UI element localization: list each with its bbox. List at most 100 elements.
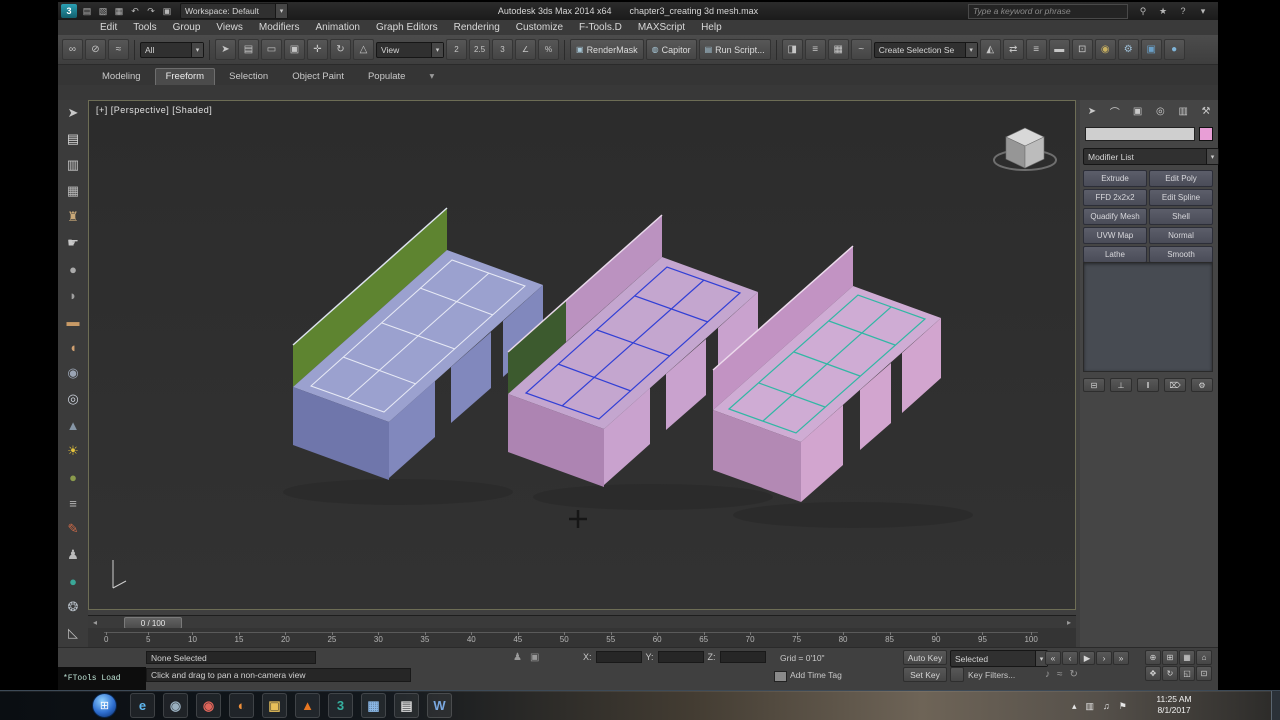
toolbar-icon[interactable]: ⇄ (1002, 39, 1024, 60)
infocenter-icon[interactable]: ★ (1156, 4, 1170, 18)
tray-icon[interactable]: ♫ (1103, 701, 1110, 711)
animation-extra-icon[interactable]: ≈ (1057, 669, 1063, 680)
taskbar-app-icon[interactable]: ▲ (295, 693, 320, 718)
ribbon-tab-selection[interactable]: Selection (219, 69, 278, 85)
menu-item[interactable]: MAXScript (630, 22, 693, 33)
selected-set-dropdown[interactable]: Selected (950, 650, 1048, 667)
workspace-dropdown[interactable]: Workspace: Default (180, 3, 288, 19)
toolbar-icon[interactable]: % (538, 39, 559, 60)
render-mask-button[interactable]: ▣ RenderMask (570, 39, 644, 60)
left-toolbar-icon[interactable]: ➤ (60, 100, 86, 126)
left-toolbar-icon[interactable]: ◎ (60, 386, 86, 412)
menu-item[interactable]: Views (208, 22, 251, 33)
key-filters-button[interactable]: Key Filters... (968, 670, 1015, 680)
tray-icon[interactable]: ▴ (1072, 701, 1077, 712)
modifier-preset-button[interactable]: Edit Poly (1149, 170, 1213, 187)
menu-item[interactable]: Group (165, 22, 209, 33)
toolbar-icon[interactable]: ≡ (1025, 39, 1047, 60)
modifier-preset-button[interactable]: Edit Spline (1149, 189, 1213, 206)
left-toolbar-icon[interactable]: ◺ (60, 620, 86, 646)
left-toolbar-icon[interactable]: ☛ (60, 230, 86, 256)
toolbar-icon[interactable]: ▦ (827, 39, 849, 60)
viewport-navigation-button[interactable]: ⊡ (1196, 666, 1212, 681)
infocenter-icon[interactable]: ⚲ (1136, 4, 1150, 18)
toolbar-icon[interactable]: ➤ (215, 39, 236, 60)
view-cube[interactable] (993, 127, 1057, 171)
left-toolbar-icon[interactable]: ≡ (60, 490, 86, 516)
taskbar-clock[interactable]: 11:25 AM 8/1/2017 (1143, 694, 1205, 716)
toolbar-icon[interactable]: ◉ (1094, 39, 1116, 60)
capitor-button[interactable]: ◍ Capitor (645, 39, 697, 60)
taskbar-app-icon[interactable]: W (427, 693, 452, 718)
left-toolbar-icon[interactable]: ✎ (60, 516, 86, 542)
toolbar-icon[interactable]: ≈ (108, 39, 129, 60)
viewport-navigation-button[interactable]: ↻ (1162, 666, 1178, 681)
tray-icon[interactable]: ▥ (1086, 701, 1095, 712)
toolbar-icon[interactable]: ↻ (330, 39, 351, 60)
left-toolbar-icon[interactable]: ● (60, 464, 86, 490)
toolbar-icon[interactable]: ∞ (62, 39, 83, 60)
viewport-navigation-button[interactable]: ⌂ (1196, 650, 1212, 665)
quick-access-icon[interactable]: ↶ (128, 4, 142, 18)
time-slider-prev-icon[interactable] (90, 617, 100, 627)
modifier-preset-button[interactable]: Lathe (1083, 246, 1147, 263)
left-toolbar-icon[interactable]: ◉ (60, 360, 86, 386)
object-name-field[interactable] (1085, 127, 1195, 141)
viewport-navigation-button[interactable]: ⊞ (1162, 650, 1178, 665)
viewport-navigation-button[interactable]: ◱ (1179, 666, 1195, 681)
command-panel-tab-icon[interactable]: ⚒ (1198, 104, 1214, 119)
toolbar-icon[interactable]: 3 (492, 39, 513, 60)
viewport-navigation-button[interactable]: ✥ (1145, 666, 1161, 681)
command-panel-tab-icon[interactable]: ▣ (1130, 104, 1146, 119)
taskbar-app-icon[interactable]: ▤ (394, 693, 419, 718)
quick-access-icon[interactable]: ▦ (112, 4, 126, 18)
taskbar-app-icon[interactable]: 3 (328, 693, 353, 718)
modifier-preset-button[interactable]: Shell (1149, 208, 1213, 225)
menu-item[interactable]: Help (693, 22, 730, 33)
modifier-stack-button[interactable]: ⊟ (1083, 378, 1105, 392)
modifier-stack[interactable] (1083, 262, 1213, 372)
toolbar-icon[interactable]: ≡ (804, 39, 826, 60)
status-toggle-icon[interactable]: ▣ (530, 652, 539, 663)
menu-item[interactable]: F-Tools.D (571, 22, 630, 33)
command-panel-tab-icon[interactable]: ◎ (1152, 104, 1168, 119)
toolbar-icon[interactable]: ✛ (307, 39, 328, 60)
show-desktop-button[interactable] (1271, 691, 1280, 720)
named-selection-set-dropdown[interactable]: Create Selection Se (873, 41, 978, 58)
modifier-preset-button[interactable]: UVW Map (1083, 227, 1147, 244)
menu-item[interactable]: Tools (125, 22, 164, 33)
left-toolbar-icon[interactable]: ▥ (60, 152, 86, 178)
viewport-label[interactable]: [+] [Perspective] [Shaded] (96, 105, 212, 115)
playback-button[interactable]: « (1045, 651, 1061, 665)
modifier-stack-button[interactable]: ⊥ (1110, 378, 1132, 392)
left-toolbar-icon[interactable]: ● (60, 256, 86, 282)
modifier-preset-button[interactable]: Normal (1149, 227, 1213, 244)
key-icon-button[interactable] (950, 667, 964, 682)
taskbar-app-icon[interactable]: e (130, 693, 155, 718)
ribbon-tab-freeform[interactable]: Freeform (154, 68, 216, 85)
modifier-stack-button[interactable]: ⌦ (1164, 378, 1186, 392)
menu-item[interactable]: Graph Editors (368, 22, 446, 33)
toolbar-icon[interactable]: ◭ (979, 39, 1001, 60)
building-right[interactable] (712, 245, 941, 502)
y-coordinate-field[interactable] (657, 651, 704, 663)
modifier-preset-button[interactable]: Extrude (1083, 170, 1147, 187)
toolbar-icon[interactable]: ▬ (1048, 39, 1070, 60)
left-toolbar-icon[interactable]: ▬ (60, 308, 86, 334)
menu-item[interactable]: Customize (508, 22, 571, 33)
quick-access-icon[interactable]: ↷ (144, 4, 158, 18)
taskbar-app-icon[interactable]: ◉ (163, 693, 188, 718)
modifier-preset-button[interactable]: FFD 2x2x2 (1083, 189, 1147, 206)
left-toolbar-icon[interactable]: ▦ (60, 178, 86, 204)
ribbon-minimize-icon[interactable]: ▾ (419, 69, 444, 85)
viewport-navigation-button[interactable]: ⊕ (1145, 650, 1161, 665)
perspective-viewport[interactable]: [+] [Perspective] [Shaded] (88, 100, 1076, 610)
left-toolbar-icon[interactable]: ◗ (60, 282, 86, 308)
ribbon-tab-object-paint[interactable]: Object Paint (282, 69, 354, 85)
playback-button[interactable]: ▶ (1079, 651, 1095, 665)
toolbar-icon[interactable]: ⚙ (1117, 39, 1139, 60)
modifier-preset-button[interactable]: Quadify Mesh (1083, 208, 1147, 225)
time-slider-track[interactable]: 0 / 100 (88, 615, 1076, 629)
infocenter-icon[interactable]: ▾ (1196, 4, 1210, 18)
reference-coordinate-dropdown[interactable]: View (376, 41, 444, 58)
